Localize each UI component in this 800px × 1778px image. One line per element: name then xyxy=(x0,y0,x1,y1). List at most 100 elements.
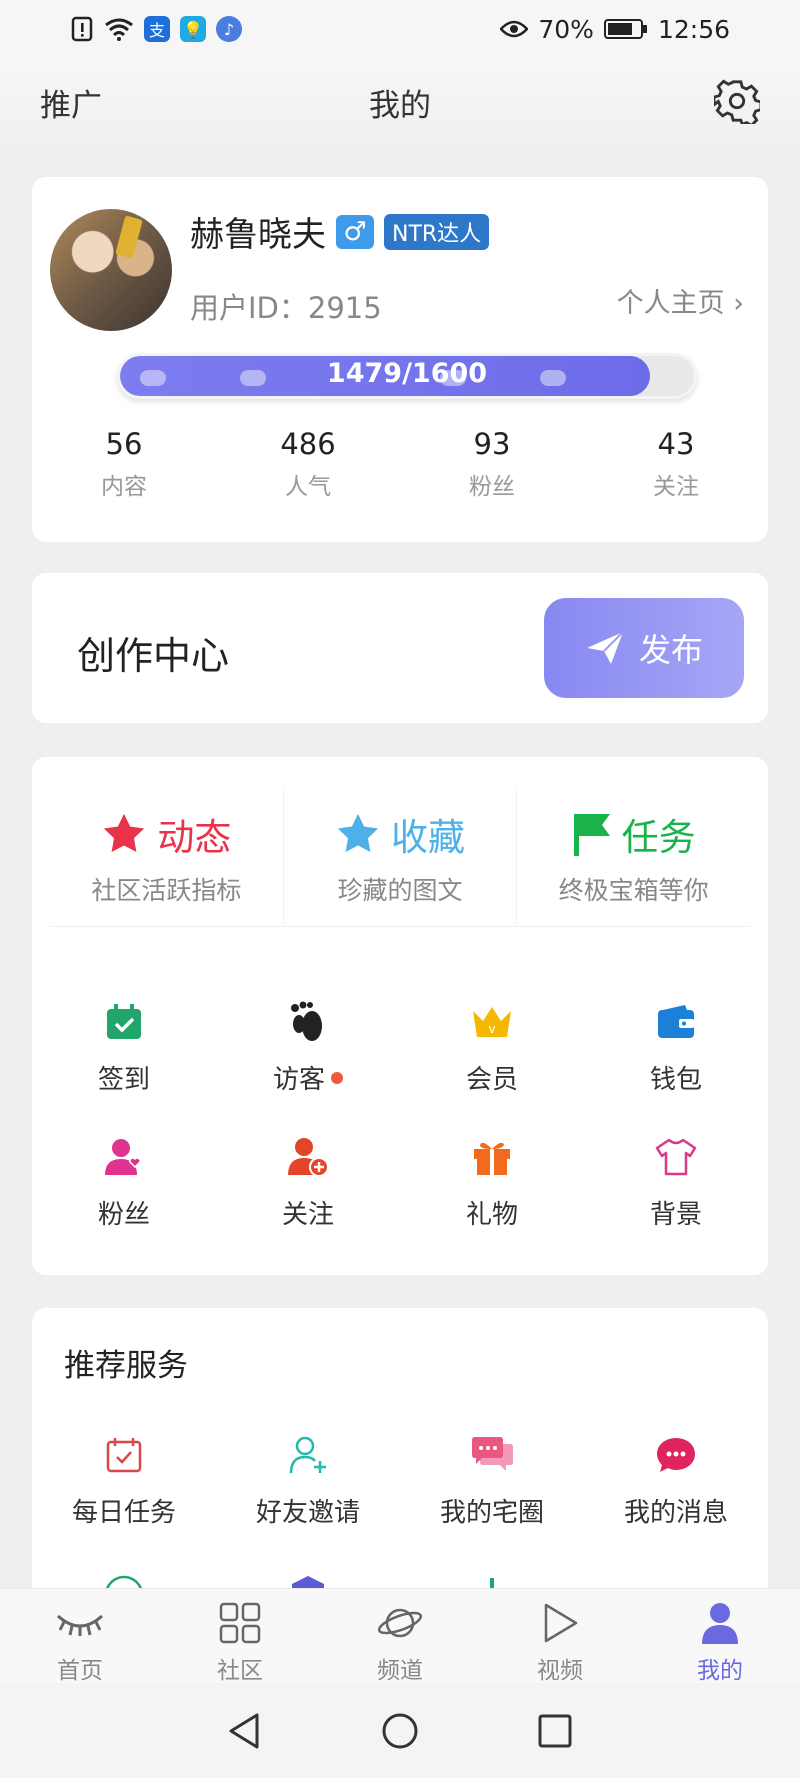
star-icon xyxy=(337,813,379,852)
user-name-row: 赫鲁晓夫 ♂ NTR达人 xyxy=(190,207,490,256)
chat-bubbles-icon xyxy=(472,1437,513,1471)
grid-item-follow[interactable]: 关注 xyxy=(216,1132,400,1231)
gift-icon xyxy=(474,1142,510,1175)
feature-title: 收藏 xyxy=(391,816,465,859)
tab-label: 首页 xyxy=(57,1658,103,1684)
grid-icon xyxy=(219,1602,261,1644)
stat-label: 关注 xyxy=(653,474,699,500)
grid-item-vip[interactable]: v 会员 xyxy=(400,997,584,1096)
daily-task-icon xyxy=(106,1438,142,1473)
app-header: 推广 我的 xyxy=(0,58,800,146)
grid-item-background[interactable]: 背景 xyxy=(584,1132,768,1231)
feature-activity[interactable]: 动态 社区活跃指标 xyxy=(50,787,284,926)
grid-item-wallet[interactable]: 钱包 xyxy=(584,997,768,1096)
stat-value: 56 xyxy=(105,427,143,461)
calendar-check-icon xyxy=(107,1004,141,1039)
feature-grid-row-2: 粉丝 关注 礼物 背景 xyxy=(32,1132,768,1231)
feature-title: 动态 xyxy=(157,816,232,859)
male-gender-icon: ♂ xyxy=(336,214,374,249)
avatar[interactable] xyxy=(50,209,172,331)
flag-icon xyxy=(573,814,610,856)
gear-icon[interactable] xyxy=(714,78,760,124)
user-name: 赫鲁晓夫 xyxy=(190,215,326,255)
wifi-icon xyxy=(105,18,133,41)
eye-icon xyxy=(500,20,529,38)
stat-label: 人气 xyxy=(285,474,331,500)
home-icon[interactable] xyxy=(380,1711,420,1751)
bottom-tab-bar: 首页 社区 频道 视频 我的 xyxy=(0,1588,800,1684)
tab-label: 视频 xyxy=(537,1658,583,1684)
publish-button[interactable]: 发布 xyxy=(544,598,744,698)
service-daily-task[interactable]: 每日任务 xyxy=(32,1430,216,1529)
tab-video[interactable]: 视频 xyxy=(480,1589,640,1684)
service-my-messages[interactable]: 我的消息 xyxy=(584,1430,768,1529)
battery-icon xyxy=(603,19,647,39)
feature-favorites[interactable]: 收藏 珍藏的图文 xyxy=(284,787,518,926)
system-navigation-bar xyxy=(0,1683,800,1778)
service-label: 我的消息 xyxy=(623,1498,728,1528)
crown-icon: v xyxy=(473,1007,511,1037)
paper-plane-icon xyxy=(586,631,624,664)
user-id: 用户ID：2915 xyxy=(190,291,382,325)
stat-fans[interactable]: 93 粉丝 xyxy=(400,427,584,501)
tab-channel[interactable]: 频道 xyxy=(320,1589,480,1684)
status-bar: 支 💡 ♪ 70% 12:56 xyxy=(0,0,800,58)
stat-following[interactable]: 43 关注 xyxy=(584,427,768,501)
tab-label: 我的 xyxy=(697,1658,743,1684)
stat-content[interactable]: 56 内容 xyxy=(32,427,216,501)
service-invite-friend[interactable]: 好友邀请 xyxy=(216,1430,400,1529)
tshirt-icon xyxy=(655,1138,697,1176)
fan-user-icon xyxy=(105,1139,141,1175)
eye-lashes-icon xyxy=(56,1614,104,1636)
publish-label: 发布 xyxy=(638,632,703,668)
grid-item-fans[interactable]: 粉丝 xyxy=(32,1132,216,1231)
footprint-icon xyxy=(291,1001,322,1041)
message-icon xyxy=(657,1438,695,1472)
homepage-link[interactable]: 个人主页 › xyxy=(617,281,744,320)
user-icon xyxy=(702,1603,738,1644)
grid-item-checkin[interactable]: 签到 xyxy=(32,997,216,1096)
feature-subtitle: 珍藏的图文 xyxy=(337,876,463,905)
service-my-circle[interactable]: 我的宅圈 xyxy=(400,1430,584,1529)
battery-percent: 70% xyxy=(538,14,594,44)
clock: 12:56 xyxy=(657,14,730,44)
planet-icon xyxy=(377,1608,423,1638)
tab-home[interactable]: 首页 xyxy=(0,1589,160,1684)
creation-center-title: 创作中心 xyxy=(77,634,230,678)
features-card: 动态 社区活跃指标 收藏 珍藏的图文 任务 终极宝箱等你 签到 访客 v 会员 … xyxy=(32,757,768,1275)
service-label: 好友邀请 xyxy=(255,1498,360,1528)
grid-item-label: 访客 xyxy=(272,1065,325,1095)
wallet-icon xyxy=(658,1005,694,1038)
alert-icon xyxy=(71,16,93,42)
grid-item-label: 签到 xyxy=(97,1065,150,1095)
stat-label: 粉丝 xyxy=(469,474,515,500)
grid-item-label: 背景 xyxy=(649,1200,702,1230)
recommended-title: 推荐服务 xyxy=(64,1348,188,1384)
follow-user-icon xyxy=(288,1138,329,1177)
tab-label: 社区 xyxy=(217,1658,263,1684)
profile-card: 赫鲁晓夫 ♂ NTR达人 用户ID：2915 个人主页 › 1479/1600 … xyxy=(32,177,768,542)
back-icon[interactable] xyxy=(225,1711,265,1751)
recents-icon[interactable] xyxy=(535,1711,575,1751)
grid-item-label: 礼物 xyxy=(465,1200,518,1230)
tab-community[interactable]: 社区 xyxy=(160,1589,320,1684)
tab-label: 频道 xyxy=(377,1658,423,1684)
feature-row: 动态 社区活跃指标 收藏 珍藏的图文 任务 终极宝箱等你 xyxy=(50,787,750,927)
tab-mine[interactable]: 我的 xyxy=(640,1589,800,1684)
grid-item-gift[interactable]: 礼物 xyxy=(400,1132,584,1231)
avatar-detail xyxy=(115,215,143,259)
grid-item-label: 会员 xyxy=(465,1065,518,1095)
grid-item-label: 关注 xyxy=(281,1200,334,1230)
feature-tasks[interactable]: 任务 终极宝箱等你 xyxy=(517,787,750,926)
recommended-row: 每日任务 好友邀请 我的宅圈 我的消息 xyxy=(32,1430,768,1529)
stat-popularity[interactable]: 486 人气 xyxy=(216,427,400,501)
invite-friend-icon xyxy=(289,1436,326,1474)
experience-text: 1479/1600 xyxy=(326,358,488,389)
svg-text:v: v xyxy=(488,1022,495,1036)
grid-item-visitors[interactable]: 访客 xyxy=(216,997,400,1096)
grid-item-label: 粉丝 xyxy=(97,1200,150,1230)
stat-label: 内容 xyxy=(101,474,147,500)
recommended-services-card: 推荐服务 每日任务 好友邀请 我的宅圈 我的消息 xyxy=(32,1308,768,1615)
stat-value: 93 xyxy=(473,427,511,461)
stats-row: 56 内容 486 人气 93 粉丝 43 关注 xyxy=(32,427,768,501)
